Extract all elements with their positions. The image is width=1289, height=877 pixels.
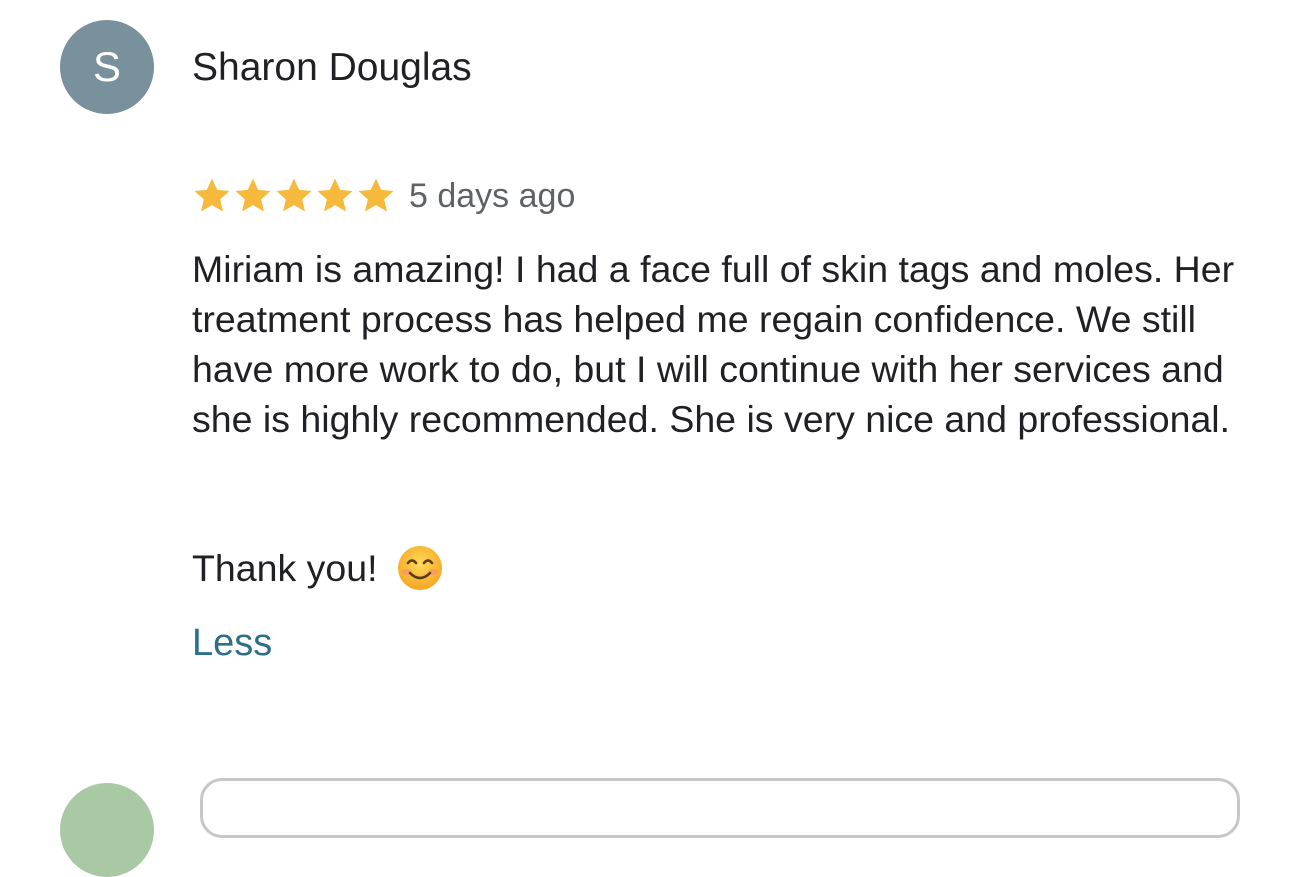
- star-icon: [192, 176, 232, 216]
- star-icon: [274, 176, 314, 216]
- review-text: Miriam is amazing! I had a face full of …: [192, 244, 1252, 444]
- smiling-face-icon: [396, 544, 444, 592]
- star-icon: [233, 176, 273, 216]
- star-icon: [356, 176, 396, 216]
- next-review-field[interactable]: [200, 778, 1240, 838]
- less-link[interactable]: Less: [192, 618, 272, 668]
- thanks-text: Thank you!: [192, 547, 378, 589]
- review-date: 5 days ago: [409, 176, 576, 215]
- reviewer-name[interactable]: Sharon Douglas: [192, 44, 472, 92]
- avatar[interactable]: S: [60, 20, 154, 114]
- star-icon: [315, 176, 355, 216]
- avatar-initial: S: [92, 43, 121, 90]
- star-rating: [192, 176, 397, 216]
- next-review-avatar[interactable]: [60, 783, 154, 877]
- review-closing: Thank you!: [192, 543, 444, 593]
- review-body-paragraph: Miriam is amazing! I had a face full of …: [192, 248, 1235, 440]
- rating-row: 5 days ago: [192, 174, 575, 218]
